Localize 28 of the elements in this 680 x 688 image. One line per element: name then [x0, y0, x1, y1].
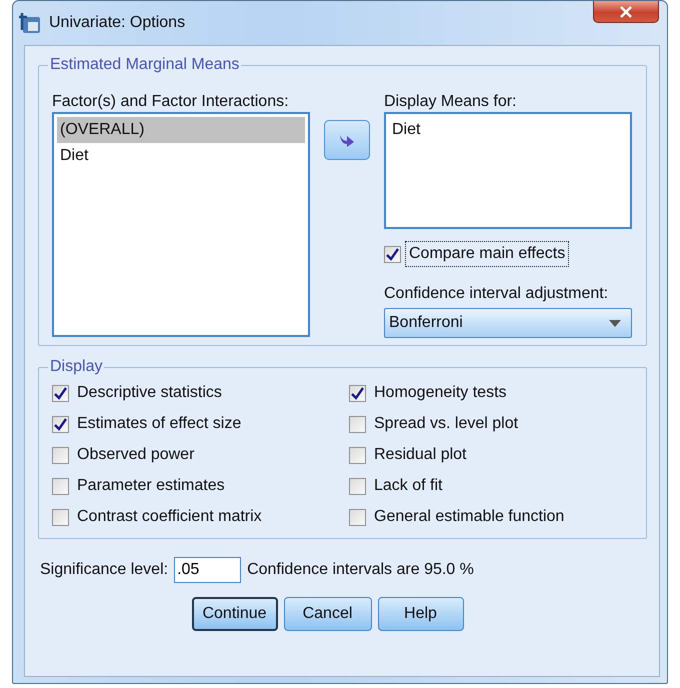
- significance-label: Significance level:: [40, 560, 168, 580]
- significance-field[interactable]: .05: [174, 557, 242, 583]
- list-item[interactable]: (OVERALL): [57, 117, 305, 143]
- list-label: Factor(s) and Factor Interactions:: [52, 92, 290, 112]
- checkbox-label: Spread vs. level plot: [373, 414, 520, 434]
- checkbox-label: Homogeneity tests: [373, 383, 508, 403]
- group-title: Estimated Marginal Means: [49, 56, 240, 74]
- list-label: Display Means for:: [384, 92, 518, 112]
- list-item[interactable]: Diet: [57, 143, 305, 169]
- checkbox-label: Compare main effects: [405, 241, 570, 267]
- checkbox-label: General estimable function: [373, 507, 566, 527]
- dropdown-label: Confidence interval adjustment:: [384, 284, 610, 304]
- checkbox-label: Descriptive statistics: [76, 383, 223, 403]
- dialog-button[interactable]: Cancel: [284, 597, 372, 631]
- checkbox-label: Estimates of effect size: [76, 414, 242, 434]
- dropdown-value: Bonferroni: [389, 314, 463, 332]
- window-title: Univariate: Options: [49, 14, 186, 32]
- group-title: Display: [49, 358, 104, 376]
- checkbox-label: Observed power: [76, 445, 196, 465]
- checkbox-label: Residual plot: [373, 445, 468, 465]
- list-item[interactable]: Diet: [389, 117, 627, 143]
- checkbox-label: Parameter estimates: [76, 476, 226, 496]
- adjustment-dropdown[interactable]: Bonferroni: [384, 308, 632, 338]
- checkbox-label: Lack of fit: [373, 476, 444, 496]
- dialog-button[interactable]: Help: [378, 597, 464, 631]
- checkbox-label: Contrast coefficient matrix: [76, 507, 263, 527]
- dialog-button[interactable]: Continue: [192, 597, 278, 631]
- confidence-note: Confidence intervals are 95.0 %: [247, 560, 474, 580]
